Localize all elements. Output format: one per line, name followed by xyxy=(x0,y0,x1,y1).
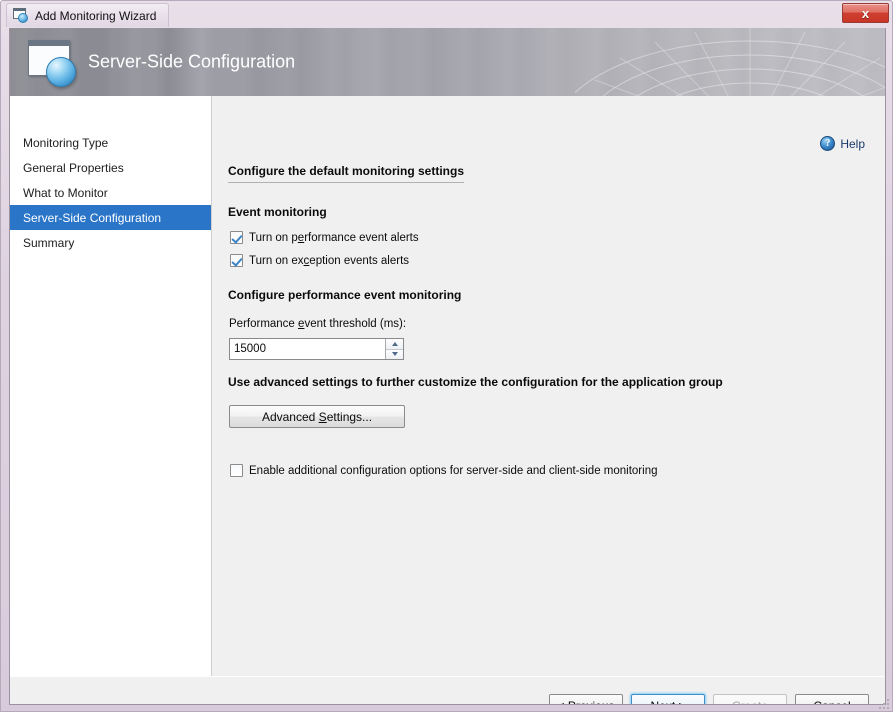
advanced-settings-button-label: Advanced Settings... xyxy=(261,409,373,424)
advanced-settings-button[interactable]: Advanced Settings... xyxy=(229,405,405,428)
performance-event-alerts-checkbox[interactable] xyxy=(230,231,243,244)
advanced-settings-heading: Use advanced settings to further customi… xyxy=(228,375,723,389)
window-title: Add Monitoring Wizard xyxy=(35,8,157,23)
page-title: Server-Side Configuration xyxy=(88,51,296,72)
create-button-label: Create xyxy=(732,699,768,705)
dialog-footer: < Previous Next > Create Cancel xyxy=(10,676,885,704)
sidebar-item-label: Monitoring Type xyxy=(23,135,109,150)
wizard-window-icon xyxy=(13,8,29,23)
window-title-tab: Add Monitoring Wizard xyxy=(6,3,170,27)
performance-threshold-input[interactable]: 15000 xyxy=(230,339,385,359)
content-pane: ? Help Configure the default monitoring … xyxy=(213,96,885,676)
footer-button-group: < Previous Next > Create Cancel xyxy=(549,693,869,705)
checkbox-label: Turn on exception events alerts xyxy=(249,254,410,267)
next-button[interactable]: Next > xyxy=(630,693,706,705)
wizard-banner-icon xyxy=(28,40,84,87)
previous-button[interactable]: < Previous xyxy=(549,694,623,705)
exception-events-alerts-checkbox[interactable] xyxy=(230,254,243,267)
wizard-banner: Server-Side Configuration xyxy=(10,28,885,96)
sidebar-item-server-side-configuration[interactable]: Server-Side Configuration xyxy=(10,205,211,230)
stepper-buttons xyxy=(385,339,403,359)
performance-threshold-stepper[interactable]: 15000 xyxy=(229,338,404,360)
event-monitoring-heading: Event monitoring xyxy=(228,205,327,219)
banner-dome-graphic xyxy=(575,28,885,96)
main-heading: Configure the default monitoring setting… xyxy=(228,164,464,183)
performance-event-alerts-checkbox-row[interactable]: Turn on performance event alerts xyxy=(230,231,419,244)
checkbox-label: Turn on performance event alerts xyxy=(249,231,419,244)
sidebar-item-summary[interactable]: Summary xyxy=(10,230,211,255)
enable-additional-options-checkbox-row[interactable]: Enable additional configuration options … xyxy=(230,464,658,477)
checkbox-label: Enable additional configuration options … xyxy=(249,464,658,477)
resize-grip[interactable] xyxy=(877,697,889,709)
performance-threshold-label: Performance event threshold (ms): xyxy=(229,318,407,330)
help-circle-icon: ? xyxy=(820,136,836,151)
cancel-button-label: Cancel xyxy=(813,699,850,705)
chevron-up-icon xyxy=(391,341,398,346)
sidebar-item-label: Summary xyxy=(23,235,75,250)
client-area: Server-Side Configuration Monitoring Typ… xyxy=(9,28,886,705)
sidebar-item-label: What to Monitor xyxy=(23,185,108,200)
sidebar-item-general-properties[interactable]: General Properties xyxy=(10,155,211,180)
wizard-steps-sidebar: Monitoring Type General Properties What … xyxy=(10,96,212,676)
help-link[interactable]: ? Help xyxy=(820,136,865,151)
sidebar-item-monitoring-type[interactable]: Monitoring Type xyxy=(10,130,211,155)
create-button: Create xyxy=(713,694,787,705)
exception-events-alerts-checkbox-row[interactable]: Turn on exception events alerts xyxy=(230,254,409,267)
sidebar-item-what-to-monitor[interactable]: What to Monitor xyxy=(10,180,211,205)
enable-additional-options-checkbox[interactable] xyxy=(230,464,243,477)
cancel-button[interactable]: Cancel xyxy=(795,694,869,705)
title-bar: Add Monitoring Wizard x xyxy=(1,1,892,28)
performance-monitoring-heading: Configure performance event monitoring xyxy=(228,288,462,302)
sidebar-item-label: General Properties xyxy=(23,160,124,175)
help-label: Help xyxy=(840,136,865,151)
previous-button-label: < Previous xyxy=(557,699,614,705)
chevron-down-icon xyxy=(391,352,398,357)
next-button-label: Next > xyxy=(650,699,685,705)
sidebar-item-label: Server-Side Configuration xyxy=(23,210,162,225)
close-button[interactable]: x xyxy=(842,3,889,23)
close-icon: x xyxy=(861,5,870,21)
stepper-decrement-button[interactable] xyxy=(386,349,403,359)
stepper-increment-button[interactable] xyxy=(386,339,403,350)
wizard-window: Add Monitoring Wizard x Server-Side Conf… xyxy=(0,0,893,712)
